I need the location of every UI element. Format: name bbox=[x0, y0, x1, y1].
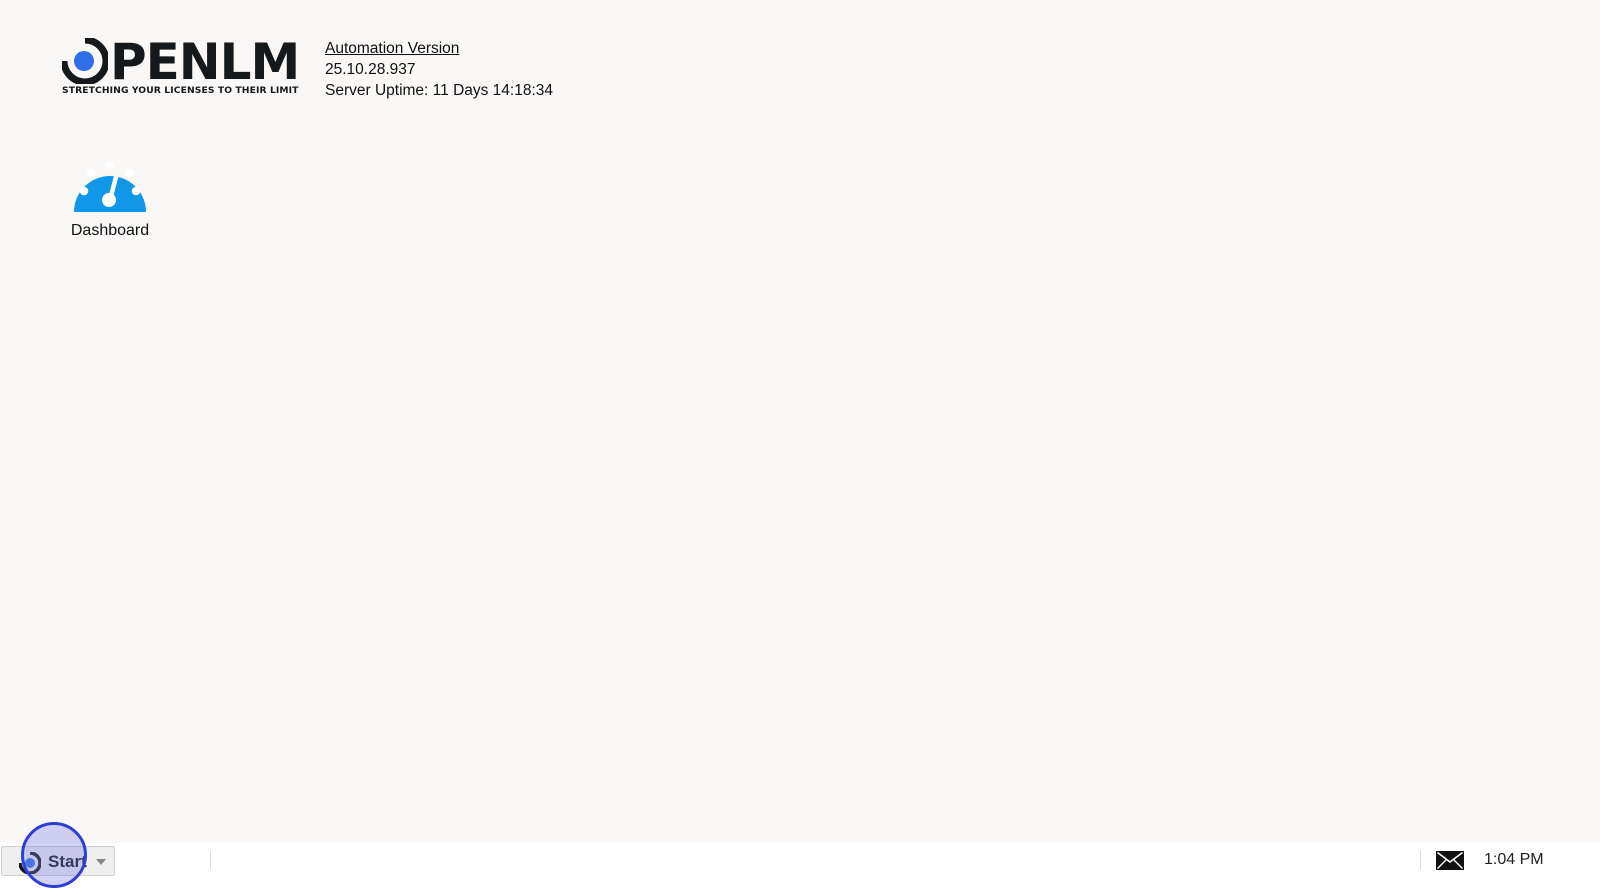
logo-tagline: STRETCHING YOUR LICENSES TO THEIR LIMIT bbox=[62, 85, 299, 96]
desktop: PENLM STRETCHING YOUR LICENSES TO THEIR … bbox=[0, 0, 1600, 860]
start-button[interactable]: Start bbox=[1, 846, 115, 876]
chevron-down-icon[interactable] bbox=[96, 859, 106, 865]
logo-letters: PENLM bbox=[110, 33, 300, 91]
server-uptime: Server Uptime: 11 Days 14:18:34 bbox=[325, 82, 554, 99]
taskbar-separator bbox=[1420, 851, 1421, 869]
logo-wordmark: PENLM bbox=[62, 33, 300, 91]
logo-o-mark-icon bbox=[62, 38, 108, 84]
header: PENLM STRETCHING YOUR LICENSES TO THEIR … bbox=[62, 36, 553, 101]
dashboard-gauge-icon bbox=[74, 160, 146, 212]
start-label: Start bbox=[48, 852, 87, 871]
desktop-shortcut-dashboard[interactable]: Dashboard bbox=[66, 154, 154, 240]
openlm-start-icon bbox=[19, 852, 41, 874]
version-number: 25.10.28.937 bbox=[325, 61, 416, 78]
taskbar: Start 1:04 PM bbox=[0, 822, 1600, 895]
mail-icon[interactable] bbox=[1436, 851, 1464, 870]
version-info: Automation Version 25.10.28.937 Server U… bbox=[325, 38, 553, 101]
automation-version-link[interactable]: Automation Version bbox=[325, 40, 459, 57]
dashboard-label: Dashboard bbox=[70, 222, 150, 239]
openlm-logo: PENLM STRETCHING YOUR LICENSES TO THEIR … bbox=[62, 36, 312, 98]
taskbar-separator bbox=[210, 851, 211, 869]
taskbar-clock: 1:04 PM bbox=[1484, 851, 1544, 868]
